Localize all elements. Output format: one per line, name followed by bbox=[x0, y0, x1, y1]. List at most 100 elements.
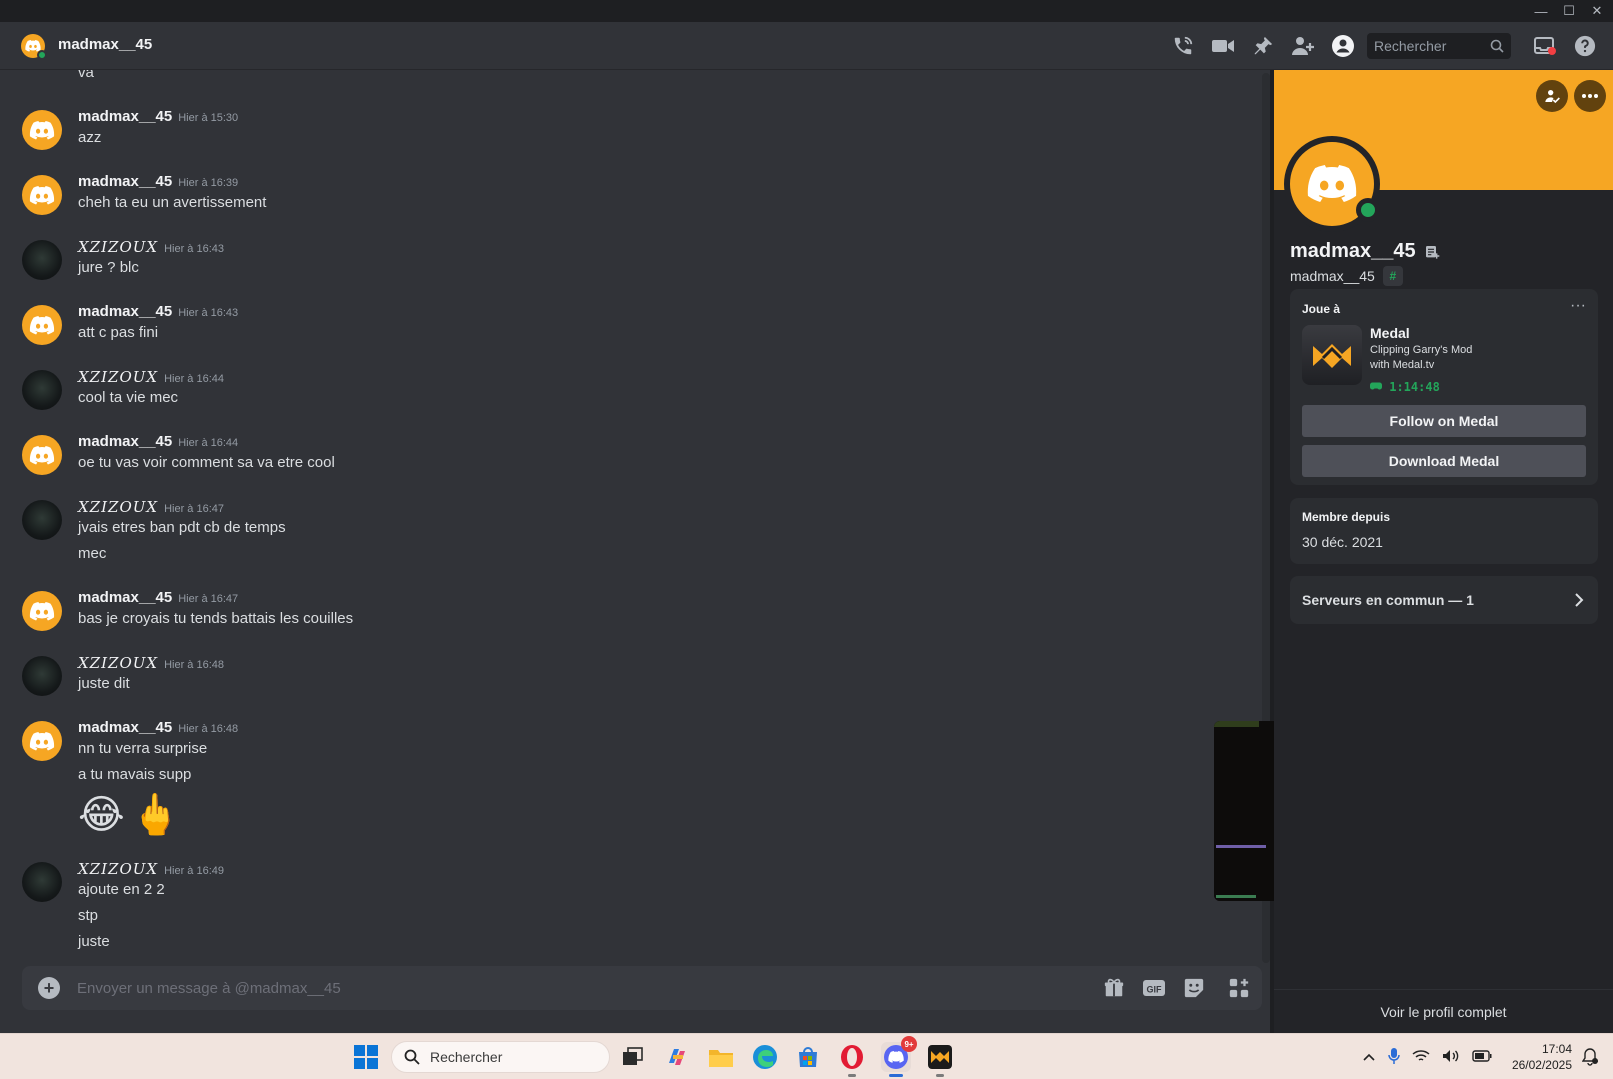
hashtag-badge-icon[interactable]: # bbox=[1382, 266, 1403, 286]
user-avatar[interactable] bbox=[22, 305, 62, 345]
emoji[interactable]: 🖕 bbox=[131, 790, 181, 840]
message-author[interactable]: ΧΖΙΖΟUΧ bbox=[78, 654, 158, 672]
user-avatar[interactable] bbox=[22, 500, 62, 540]
user-avatar[interactable] bbox=[22, 656, 62, 696]
chevron-right-icon bbox=[1575, 593, 1584, 607]
microsoft-store-icon[interactable] bbox=[793, 1042, 823, 1072]
pin-icon[interactable] bbox=[1243, 22, 1283, 70]
search-placeholder: Rechercher bbox=[1374, 38, 1447, 54]
user-avatar[interactable] bbox=[22, 721, 62, 761]
notification-bell-icon[interactable] bbox=[1581, 1048, 1599, 1071]
emoji-message: 😂 🖕 bbox=[78, 790, 181, 840]
windows-start-icon[interactable] bbox=[354, 1045, 378, 1069]
volume-icon[interactable] bbox=[1442, 1049, 1460, 1066]
edge-browser-icon[interactable] bbox=[750, 1042, 780, 1072]
message-timestamp: Hier à 16:49 bbox=[164, 865, 225, 877]
microphone-icon[interactable] bbox=[1388, 1047, 1400, 1068]
message-composer[interactable]: + Envoyer un message à @madmax__45 GIF bbox=[22, 966, 1262, 1010]
add-friends-to-dm-icon[interactable] bbox=[1283, 22, 1323, 70]
message-header: ΧΖΙΖΟUΧ Hier à 16:43 bbox=[78, 238, 224, 257]
message-text: juste bbox=[78, 933, 110, 950]
message-author[interactable]: madmax__45 bbox=[78, 303, 172, 320]
activity-details-1: Clipping Garry's Mod bbox=[1370, 344, 1473, 356]
file-explorer-icon[interactable] bbox=[706, 1042, 736, 1072]
message-text: jure ? blc bbox=[78, 259, 139, 276]
sticker-icon[interactable] bbox=[1174, 968, 1214, 1008]
activity-menu-icon[interactable]: ··· bbox=[1570, 297, 1586, 315]
window-titlebar: — ☐ ✕ bbox=[0, 0, 1613, 22]
download-medal-button[interactable]: Download Medal bbox=[1302, 445, 1586, 477]
taskbar-search-label: Rechercher bbox=[430, 1049, 503, 1065]
user-avatar[interactable] bbox=[22, 370, 62, 410]
message-author[interactable]: ΧΖΙΖΟUΧ bbox=[78, 498, 158, 516]
message-author[interactable]: madmax__45 bbox=[78, 719, 172, 736]
taskbar-search[interactable]: Rechercher bbox=[391, 1041, 610, 1073]
dm-header: madmax__45 Rechercher bbox=[0, 22, 1613, 70]
online-status-dot bbox=[37, 50, 47, 60]
user-avatar[interactable] bbox=[22, 435, 62, 475]
message-author[interactable]: madmax__45 bbox=[78, 433, 172, 450]
message-timestamp: Hier à 16:39 bbox=[178, 177, 239, 189]
user-avatar[interactable] bbox=[22, 591, 62, 631]
message-timestamp: Hier à 16:47 bbox=[164, 503, 225, 515]
add-friend-icon[interactable] bbox=[1536, 80, 1568, 112]
upload-plus-icon[interactable]: + bbox=[38, 977, 60, 999]
activity-title: Joue à bbox=[1302, 302, 1341, 316]
system-tray bbox=[1362, 1034, 1492, 1079]
minimize-button[interactable]: — bbox=[1533, 3, 1549, 19]
message-header: madmax__45 Hier à 16:43 bbox=[78, 303, 238, 321]
message-header: ΧΖΙΖΟUΧ Hier à 16:48 bbox=[78, 654, 224, 673]
user-avatar[interactable] bbox=[22, 175, 62, 215]
user-avatar[interactable] bbox=[22, 110, 62, 150]
elapsed-text: 1:14:48 bbox=[1389, 380, 1440, 394]
message-text: azz bbox=[78, 129, 102, 146]
message-header: madmax__45 Hier à 16:39 bbox=[78, 173, 238, 191]
message-text: va bbox=[78, 70, 94, 81]
more-options-icon[interactable] bbox=[1574, 80, 1606, 112]
user-profile-toggle-icon[interactable] bbox=[1323, 22, 1363, 70]
wifi-icon[interactable] bbox=[1412, 1049, 1430, 1066]
mutual-servers-row[interactable]: Serveurs en commun — 1 bbox=[1290, 576, 1598, 624]
message-author[interactable]: madmax__45 bbox=[78, 173, 172, 190]
tray-chevron-up-icon[interactable] bbox=[1362, 1050, 1376, 1065]
windows-taskbar: Rechercher 9+ 17:04 26/02/2025 bbox=[0, 1033, 1613, 1079]
header-search-input[interactable]: Rechercher bbox=[1367, 33, 1511, 59]
taskbar-clock[interactable]: 17:04 26/02/2025 bbox=[1500, 1041, 1572, 1073]
message-author[interactable]: madmax__45 bbox=[78, 589, 172, 606]
message-author[interactable]: ΧΖΙΖΟUΧ bbox=[78, 238, 158, 256]
message-author[interactable]: ΧΖΙΖΟUΧ bbox=[78, 860, 158, 878]
running-indicator bbox=[936, 1074, 944, 1077]
user-profile-panel: madmax__45 madmax__45 # Joue à ··· Medal… bbox=[1274, 70, 1613, 1033]
header-avatar[interactable] bbox=[21, 34, 47, 60]
message-text: nn tu verra surprise bbox=[78, 740, 208, 757]
app-launcher-icon[interactable] bbox=[1215, 966, 1262, 1010]
emoji[interactable]: 😂 bbox=[78, 790, 125, 840]
help-icon[interactable] bbox=[1565, 22, 1605, 70]
maximize-button[interactable]: ☐ bbox=[1561, 3, 1577, 19]
inbox-icon[interactable] bbox=[1525, 22, 1565, 70]
note-icon[interactable] bbox=[1424, 244, 1440, 260]
battery-icon[interactable] bbox=[1472, 1049, 1492, 1065]
header-toolbar: Rechercher bbox=[1163, 22, 1605, 70]
gift-icon[interactable] bbox=[1094, 968, 1134, 1008]
message-author[interactable]: madmax__45 bbox=[78, 108, 172, 125]
follow-on-medal-button[interactable]: Follow on Medal bbox=[1302, 405, 1586, 437]
user-avatar[interactable] bbox=[22, 240, 62, 280]
activity-app-name: Medal bbox=[1370, 325, 1410, 341]
close-window-button[interactable]: ✕ bbox=[1589, 3, 1605, 19]
user-avatar[interactable] bbox=[22, 862, 62, 902]
message-input[interactable]: Envoyer un message à @madmax__45 bbox=[77, 980, 1094, 997]
task-view-icon[interactable] bbox=[618, 1042, 648, 1072]
active-indicator bbox=[889, 1074, 903, 1077]
copilot-icon[interactable] bbox=[662, 1042, 692, 1072]
discord-taskbar-icon[interactable]: 9+ bbox=[881, 1036, 917, 1077]
gif-icon[interactable]: GIF bbox=[1134, 968, 1174, 1008]
medal-taskbar-icon[interactable] bbox=[925, 1042, 955, 1077]
opera-browser-icon[interactable] bbox=[837, 1042, 867, 1077]
message-author[interactable]: ΧΖΙΖΟUΧ bbox=[78, 368, 158, 386]
view-full-profile-link[interactable]: Voir le profil complet bbox=[1274, 989, 1613, 1033]
voice-call-icon[interactable] bbox=[1163, 22, 1203, 70]
video-call-icon[interactable] bbox=[1203, 22, 1243, 70]
message-timestamp: Hier à 16:48 bbox=[164, 659, 225, 671]
message-timestamp: Hier à 16:48 bbox=[178, 723, 239, 735]
